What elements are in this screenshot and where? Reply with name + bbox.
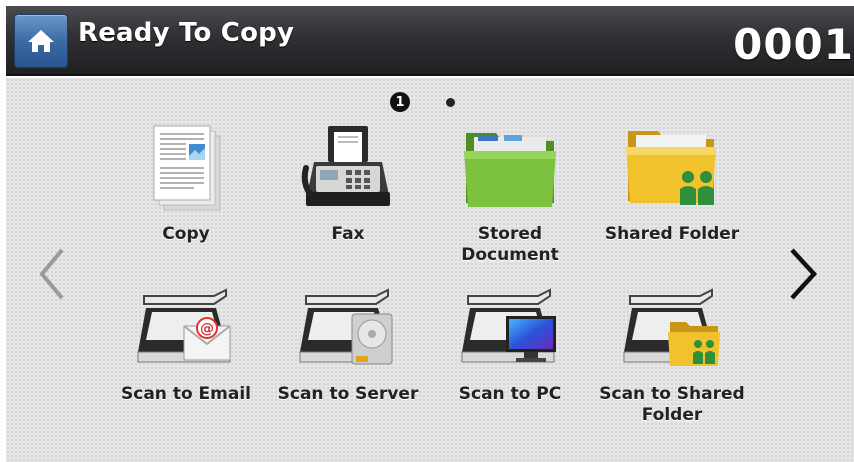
app-label: Fax [331,224,365,244]
app-stored-document[interactable]: Stored Document [430,118,590,268]
shared-folder-icon [626,131,716,205]
page-indicator: 1 [6,90,854,114]
next-page-arrow-icon[interactable] [786,246,820,302]
app-label: Scan to Server [277,384,419,404]
app-scan-to-shared-folder[interactable]: Scan to Shared Folder [592,278,752,428]
fax-machine-icon [301,126,390,206]
page-dot-active[interactable]: 1 [390,92,410,112]
app-label: Stored Document [461,224,559,265]
app-label: Scan to Shared Folder [599,384,745,425]
green-folder-icon [464,133,556,207]
app-label: Shared Folder [604,224,740,244]
app-scan-to-email[interactable]: @ Scan to Email [106,278,266,428]
app-shared-folder[interactable]: Shared Folder [592,118,752,268]
scan-server-icon [299,288,393,365]
app-label: Scan to Email [121,384,251,404]
previous-page-arrow-icon[interactable] [36,246,66,302]
copy-counter: 0001 [733,20,854,69]
page-title: Ready To Copy [78,18,295,48]
printer-panel: Ready To Copy 0001 1 Copy Fax Stored Doc… [6,6,854,462]
scan-pc-icon [461,288,556,363]
app-scan-to-pc[interactable]: Scan to PC [430,278,590,428]
svg-text:@: @ [200,321,214,337]
app-fax[interactable]: Fax [268,118,428,268]
page-dot[interactable] [446,98,455,107]
app-label: Scan to PC [458,384,562,404]
app-scan-to-server[interactable]: Scan to Server [268,278,428,428]
app-grid-area: 1 Copy Fax Stored Document Shared Folder… [6,78,854,462]
app-label: Copy [162,224,210,244]
scan-email-icon: @ [137,288,231,363]
app-copy[interactable]: Copy [106,118,266,268]
copy-document-icon [153,125,221,211]
header-bar: Ready To Copy 0001 [6,6,854,76]
home-icon [28,30,54,52]
scan-shared-folder-icon [623,288,720,366]
home-button[interactable] [14,14,68,68]
